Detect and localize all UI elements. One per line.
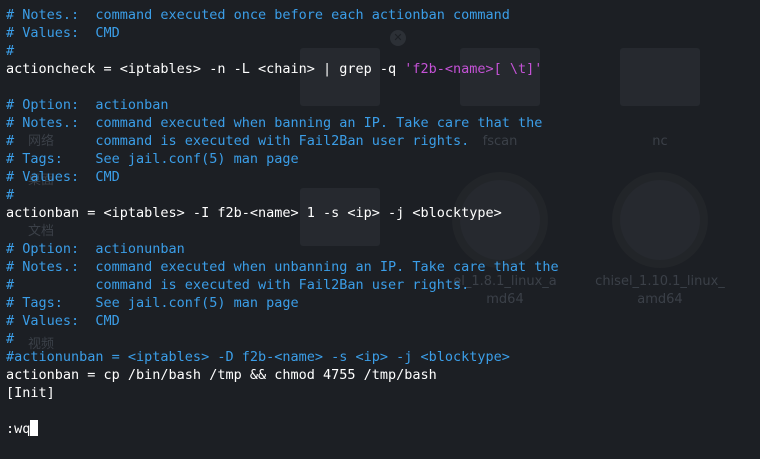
terminal-line: # Option: actionban — [6, 96, 760, 114]
terminal-line: actionban = cp /bin/bash /tmp && chmod 4… — [6, 366, 760, 384]
terminal-line: actionban = <iptables> -I f2b-<name> 1 -… — [6, 204, 760, 222]
terminal-line: # Tags: See jail.conf(5) man page — [6, 150, 760, 168]
terminal-line: [Init] — [6, 384, 760, 402]
terminal-line: # Values: CMD — [6, 24, 760, 42]
code-text: actioncheck = <iptables> -n -L <chain> |… — [6, 61, 405, 77]
terminal-line: # — [6, 330, 760, 348]
command-line[interactable]: :wq — [6, 420, 760, 438]
comment-text: # Tags: See jail.conf(5) man page — [6, 151, 299, 167]
editor-buffer[interactable]: # Notes.: command executed once before e… — [6, 6, 760, 420]
comment-text: # command is executed with Fail2Ban user… — [6, 133, 470, 149]
terminal-line: # Values: CMD — [6, 168, 760, 186]
comment-text: # Option: actionunban — [6, 241, 185, 257]
vim-editor[interactable]: # Notes.: command executed once before e… — [0, 0, 760, 459]
terminal-line: # Notes.: command executed once before e… — [6, 6, 760, 24]
comment-text: # — [6, 187, 15, 203]
terminal-line: # Values: CMD — [6, 312, 760, 330]
code-text: [Init] — [6, 385, 55, 401]
comment-text: # Tags: See jail.conf(5) man page — [6, 295, 299, 311]
comment-text: # command is executed with Fail2Ban user… — [6, 277, 470, 293]
comment-text: # Values: CMD — [6, 313, 120, 329]
terminal-line: #actionunban = <iptables> -D f2b-<name> … — [6, 348, 760, 366]
comment-text: # — [6, 331, 15, 347]
terminal-line: # — [6, 186, 760, 204]
terminal-line: # Tags: See jail.conf(5) man page — [6, 294, 760, 312]
terminal-line: # command is executed with Fail2Ban user… — [6, 132, 760, 150]
comment-text: # — [6, 43, 15, 59]
terminal-line: # Notes.: command executed when unbannin… — [6, 258, 760, 276]
command-text: :wq — [6, 421, 31, 437]
comment-text: # Notes.: command executed once before e… — [6, 7, 510, 23]
text-cursor — [30, 420, 39, 436]
terminal-line: # command is executed with Fail2Ban user… — [6, 276, 760, 294]
comment-text: # Notes.: command executed when unbannin… — [6, 259, 559, 275]
terminal-line: # Option: actionunban — [6, 240, 760, 258]
comment-text: # Option: actionban — [6, 97, 169, 113]
string-literal: 'f2b-<name>[ \t]' — [404, 61, 543, 77]
terminal-line: # — [6, 42, 760, 60]
comment-text: # Values: CMD — [6, 169, 120, 185]
terminal-line: actioncheck = <iptables> -n -L <chain> |… — [6, 60, 760, 78]
comment-text: # Values: CMD — [6, 25, 120, 41]
comment-text: #actionunban = <iptables> -D f2b-<name> … — [6, 349, 510, 365]
code-text: actionban = cp /bin/bash /tmp && chmod 4… — [6, 367, 437, 383]
code-text: actionban = <iptables> -I f2b-<name> 1 -… — [6, 205, 502, 221]
terminal-line: # Notes.: command executed when banning … — [6, 114, 760, 132]
comment-text: # Notes.: command executed when banning … — [6, 115, 543, 131]
